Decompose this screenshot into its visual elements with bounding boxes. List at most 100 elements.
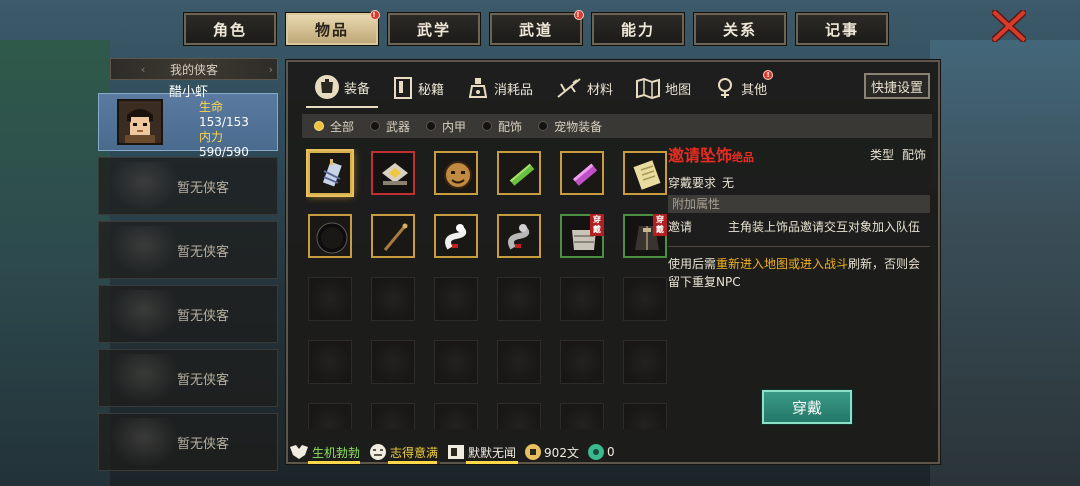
inventory-panel: 装备 秘籍 消耗品 材料 地图 其他 ! 快捷设置 全部 武器 内甲 配饰 宠物… bbox=[285, 59, 941, 465]
hero-slot-empty[interactable]: 暂无侠客 bbox=[98, 157, 278, 215]
item-slot[interactable] bbox=[560, 151, 604, 195]
hero-slot-empty[interactable]: 暂无侠客 bbox=[98, 349, 278, 407]
filter-accessory[interactable]: 配饰 bbox=[482, 118, 522, 135]
empty-item-slot[interactable] bbox=[308, 403, 352, 429]
tab-martial-way-label: 武道 bbox=[518, 20, 553, 39]
other-icon bbox=[718, 78, 733, 98]
item-slot[interactable] bbox=[623, 151, 667, 195]
black-ring-icon bbox=[316, 222, 348, 254]
hero-slot-empty[interactable]: 暂无侠客 bbox=[98, 285, 278, 343]
item-slot[interactable] bbox=[497, 151, 541, 195]
item-slot[interactable]: 穿戴 bbox=[623, 214, 667, 258]
empty-item-slot[interactable] bbox=[434, 277, 478, 321]
tab-martial-arts[interactable]: 武学 bbox=[387, 12, 481, 46]
quick-settings-button[interactable]: 快捷设置 bbox=[864, 73, 930, 99]
equipped-tag: 穿戴 bbox=[653, 214, 667, 236]
hero-slot-active[interactable]: 醋小虾 生命 153/153 内力 590/590 bbox=[98, 85, 278, 159]
empty-item-slot[interactable] bbox=[560, 277, 604, 321]
close-button[interactable] bbox=[990, 8, 1028, 44]
status-vitality-bar-fill bbox=[308, 461, 360, 464]
avatar bbox=[117, 99, 163, 145]
filter-all[interactable]: 全部 bbox=[314, 118, 354, 135]
filter-weapon-label: 武器 bbox=[386, 119, 411, 134]
hero-empty-label: 暂无侠客 bbox=[176, 436, 229, 452]
status-fame: 默默无闻 bbox=[446, 443, 519, 464]
hero-slot-empty[interactable]: 暂无侠客 bbox=[98, 221, 278, 279]
empty-item-slot[interactable] bbox=[560, 340, 604, 384]
empty-item-slot[interactable] bbox=[623, 403, 667, 429]
hero-next-icon[interactable]: › bbox=[269, 63, 273, 76]
hero-list: 醋小虾 生命 153/153 内力 590/590 暂无侠客 暂无侠客 暂无侠客… bbox=[98, 85, 278, 477]
empty-item-slot[interactable] bbox=[434, 403, 478, 429]
close-icon bbox=[990, 8, 1028, 44]
category-tab-materials[interactable]: 材料 bbox=[547, 68, 621, 108]
item-slot[interactable] bbox=[497, 214, 541, 258]
status-vitality: 生机勃勃 bbox=[288, 443, 360, 464]
radio-icon bbox=[538, 121, 549, 131]
top-tab-bar: 角色 物品! 武学 武道! 能力 关系 记事 bbox=[183, 10, 889, 46]
radio-icon bbox=[426, 121, 437, 131]
empty-item-slot[interactable] bbox=[371, 340, 415, 384]
item-slot[interactable] bbox=[371, 214, 415, 258]
status-fame-bar bbox=[466, 461, 519, 464]
tab-journal[interactable]: 记事 bbox=[795, 12, 889, 46]
empty-item-slot[interactable] bbox=[371, 277, 415, 321]
status-vitality-bar bbox=[308, 461, 360, 464]
wooden-staff-icon bbox=[383, 223, 408, 251]
mood-icon bbox=[370, 444, 387, 460]
hero-info: 醋小虾 生命 153/153 内力 590/590 bbox=[169, 85, 277, 160]
filter-pet-gear-label: 宠物装备 bbox=[554, 119, 603, 134]
empty-hero-silhouette-icon bbox=[109, 226, 179, 276]
category-tab-other[interactable]: 其他 ! bbox=[705, 68, 775, 108]
category-tab-manuals[interactable]: 秘籍 bbox=[384, 68, 452, 108]
tab-relations-label: 关系 bbox=[722, 20, 757, 39]
category-tab-equipment[interactable]: 装备 bbox=[306, 68, 379, 108]
hero-prev-icon[interactable]: ‹ bbox=[141, 63, 145, 76]
hero-slot-empty[interactable]: 暂无侠客 bbox=[98, 413, 278, 471]
white-snake-icon bbox=[445, 224, 467, 250]
category-tab-consumables[interactable]: 消耗品 bbox=[458, 68, 541, 108]
item-slot[interactable] bbox=[308, 151, 352, 195]
empty-item-slot[interactable] bbox=[560, 403, 604, 429]
filter-all-label: 全部 bbox=[330, 119, 355, 134]
empty-item-slot[interactable] bbox=[497, 277, 541, 321]
item-slot[interactable] bbox=[371, 151, 415, 195]
status-mood: 志得意满 bbox=[368, 443, 441, 464]
tab-items[interactable]: 物品! bbox=[285, 10, 380, 46]
empty-hero-silhouette-icon bbox=[109, 418, 179, 468]
tab-martial-arts-label: 武学 bbox=[416, 20, 451, 39]
category-other-badge: ! bbox=[763, 70, 774, 80]
tab-martial-way[interactable]: 武道! bbox=[489, 10, 584, 46]
tab-relations[interactable]: 关系 bbox=[693, 12, 787, 46]
empty-item-slot[interactable] bbox=[308, 340, 352, 384]
attributes-section-title: 附加属性 bbox=[668, 195, 930, 213]
empty-item-slot[interactable] bbox=[371, 403, 415, 429]
tab-abilities[interactable]: 能力 bbox=[591, 12, 685, 46]
empty-item-slot[interactable] bbox=[497, 340, 541, 384]
category-tab-materials-label: 材料 bbox=[587, 82, 614, 98]
map-icon bbox=[636, 77, 661, 99]
empty-item-slot[interactable] bbox=[308, 277, 352, 321]
item-slot[interactable] bbox=[434, 151, 478, 195]
money: 902文 bbox=[524, 443, 579, 461]
item-slot[interactable]: 穿戴 bbox=[560, 214, 604, 258]
empty-item-slot[interactable] bbox=[623, 340, 667, 384]
filter-weapon[interactable]: 武器 bbox=[370, 118, 410, 135]
category-tab-map[interactable]: 地图 bbox=[627, 68, 699, 108]
item-req-value: 无 bbox=[722, 176, 735, 190]
equip-button[interactable]: 穿戴 bbox=[761, 389, 853, 425]
tab-character[interactable]: 角色 bbox=[183, 12, 277, 46]
hero-empty-label: 暂无侠客 bbox=[176, 372, 229, 388]
item-slot[interactable] bbox=[308, 214, 352, 258]
status-bar: 生机勃勃 志得意满 默默无闻 902文 0 bbox=[288, 440, 623, 464]
empty-item-slot[interactable] bbox=[623, 277, 667, 321]
empty-item-slot[interactable] bbox=[497, 403, 541, 429]
empty-hero-silhouette-icon bbox=[109, 162, 179, 212]
note-highlight: 重新进入地图或进入战斗 bbox=[716, 257, 849, 271]
filter-pet-gear[interactable]: 宠物装备 bbox=[538, 118, 602, 135]
empty-item-slot[interactable] bbox=[434, 340, 478, 384]
vitality-icon bbox=[290, 445, 308, 459]
filter-inner-armor[interactable]: 内甲 bbox=[426, 118, 466, 135]
item-slot[interactable] bbox=[434, 214, 478, 258]
filter-bar: 全部 武器 内甲 配饰 宠物装备 bbox=[302, 114, 932, 138]
